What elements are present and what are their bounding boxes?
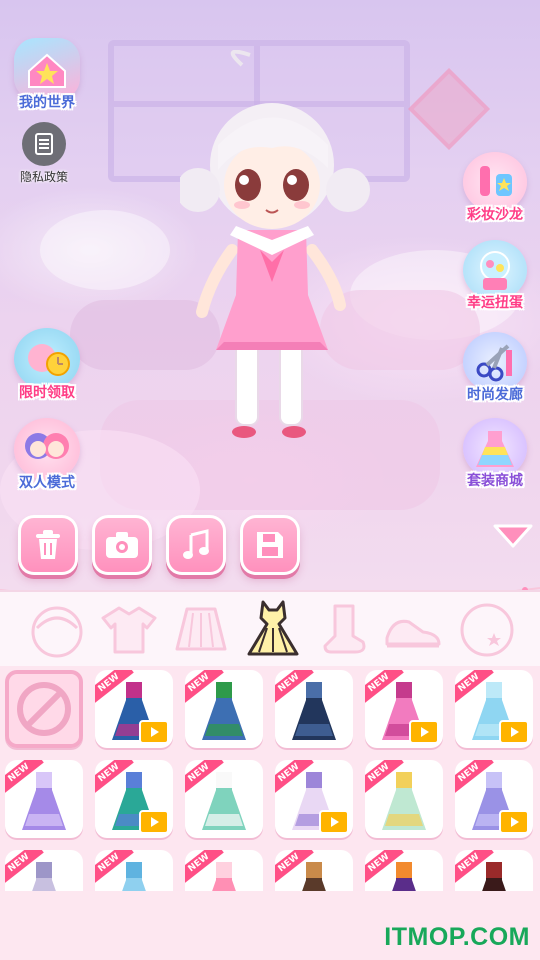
- dress-item[interactable]: NEW: [185, 760, 263, 838]
- dress-item[interactable]: NEW: [95, 850, 173, 891]
- dress-icon-selected: [247, 600, 299, 656]
- trash-icon: [36, 530, 60, 559]
- sock-icon: [323, 604, 366, 654]
- tshirt-icon: [101, 606, 157, 654]
- privacy-policy-label: 隐私政策: [19, 170, 68, 184]
- video-ad-icon: [409, 720, 439, 744]
- makeup-salon-label: 彩妆沙龙: [467, 207, 523, 223]
- lucky-gashapon-label: 幸运扭蛋: [467, 295, 523, 311]
- house-icon: [14, 38, 80, 100]
- category-top[interactable]: [98, 600, 160, 660]
- camera-button[interactable]: [92, 515, 152, 575]
- hair-salon-button[interactable]: 时尚发廊: [456, 332, 534, 404]
- floppy-save-icon: [257, 532, 283, 558]
- dress-item[interactable]: NEW: [455, 760, 533, 838]
- dress-item[interactable]: NEW: [365, 850, 443, 891]
- head-accessory-icon: [460, 603, 514, 657]
- video-ad-icon: [139, 720, 169, 744]
- dress-item[interactable]: NEW: [275, 670, 353, 748]
- dress-item[interactable]: NEW: [275, 760, 353, 838]
- rainbow-dress-icon: [463, 418, 527, 478]
- save-button[interactable]: [240, 515, 300, 575]
- camera-icon: [106, 532, 138, 558]
- cloud-decoration: [40, 210, 170, 290]
- dress-item[interactable]: NEW: [185, 670, 263, 748]
- dress-item[interactable]: NEW: [5, 760, 83, 838]
- lucky-gashapon-button[interactable]: 幸运扭蛋: [456, 240, 534, 312]
- dress-item[interactable]: NEW: [95, 760, 173, 838]
- my-world-button[interactable]: 我的世界: [8, 38, 86, 112]
- dress-item[interactable]: NEW: [365, 760, 443, 838]
- dress-item[interactable]: NEW: [365, 670, 443, 748]
- video-ad-icon: [499, 720, 529, 744]
- privacy-policy-button[interactable]: 隐私政策: [18, 122, 70, 185]
- category-skirt[interactable]: [170, 600, 232, 660]
- dress-item[interactable]: NEW: [95, 670, 173, 748]
- dress-item[interactable]: NEW: [455, 850, 533, 891]
- dress-item[interactable]: NEW: [455, 670, 533, 748]
- watermark: ITMOP.COM: [384, 923, 530, 951]
- music-button[interactable]: [166, 515, 226, 575]
- category-dress[interactable]: [242, 600, 304, 660]
- two-player-mode-button[interactable]: 双人模式: [8, 418, 86, 492]
- limited-claim-button[interactable]: 限时领取: [8, 328, 86, 402]
- dress-thumbnail-icon: [382, 772, 426, 830]
- makeup-icon: [463, 152, 527, 212]
- dress-thumbnail-icon: [202, 682, 246, 740]
- dress-item[interactable]: NEW: [5, 850, 83, 891]
- wall-diamond-decoration: [407, 67, 491, 151]
- category-socks[interactable]: [312, 600, 374, 660]
- outfit-mall-button[interactable]: 套装商城: [456, 418, 534, 490]
- dress-item[interactable]: NEW: [185, 850, 263, 891]
- chibi-character[interactable]: [180, 50, 380, 445]
- outfit-item-grid: NEW NEW NEW NEW NEW NEW NEW NEW NEW NEW NEW NEW NEW N…: [0, 666, 540, 891]
- document-icon: [22, 122, 66, 166]
- prohibit-icon: [17, 682, 71, 736]
- no-outfit-button[interactable]: [5, 670, 83, 748]
- category-accessory[interactable]: [456, 600, 518, 660]
- collapse-chevron-icon[interactable]: [492, 522, 534, 550]
- dress-thumbnail-icon: [22, 772, 66, 830]
- bottom-panel: ITMOP.COM: [0, 891, 540, 960]
- skirt-icon: [175, 607, 227, 651]
- limited-claim-label: 限时领取: [19, 385, 75, 401]
- hair-salon-label: 时尚发廊: [467, 387, 523, 403]
- music-note-icon: [183, 529, 209, 559]
- gashapon-machine-icon: [463, 240, 527, 300]
- scissors-comb-icon: [463, 332, 527, 392]
- two-girls-icon: [14, 418, 80, 480]
- outfit-mall-label: 套装商城: [467, 473, 523, 489]
- video-ad-icon: [499, 810, 529, 834]
- dress-thumbnail-icon: [202, 772, 246, 830]
- dress-item[interactable]: NEW: [275, 850, 353, 891]
- two-player-mode-label: 双人模式: [19, 475, 75, 491]
- makeup-salon-button[interactable]: 彩妆沙龙: [456, 152, 534, 224]
- category-shoes[interactable]: [382, 600, 444, 660]
- dress-thumbnail-icon: [292, 682, 336, 740]
- category-face[interactable]: [26, 600, 88, 660]
- my-world-label: 我的世界: [19, 95, 75, 111]
- video-ad-icon: [319, 810, 349, 834]
- shoe-icon: [385, 619, 441, 648]
- delete-button[interactable]: [18, 515, 78, 575]
- video-ad-icon: [139, 810, 169, 834]
- timer-avatar-icon: [14, 328, 80, 390]
- face-hair-icon: [31, 606, 83, 658]
